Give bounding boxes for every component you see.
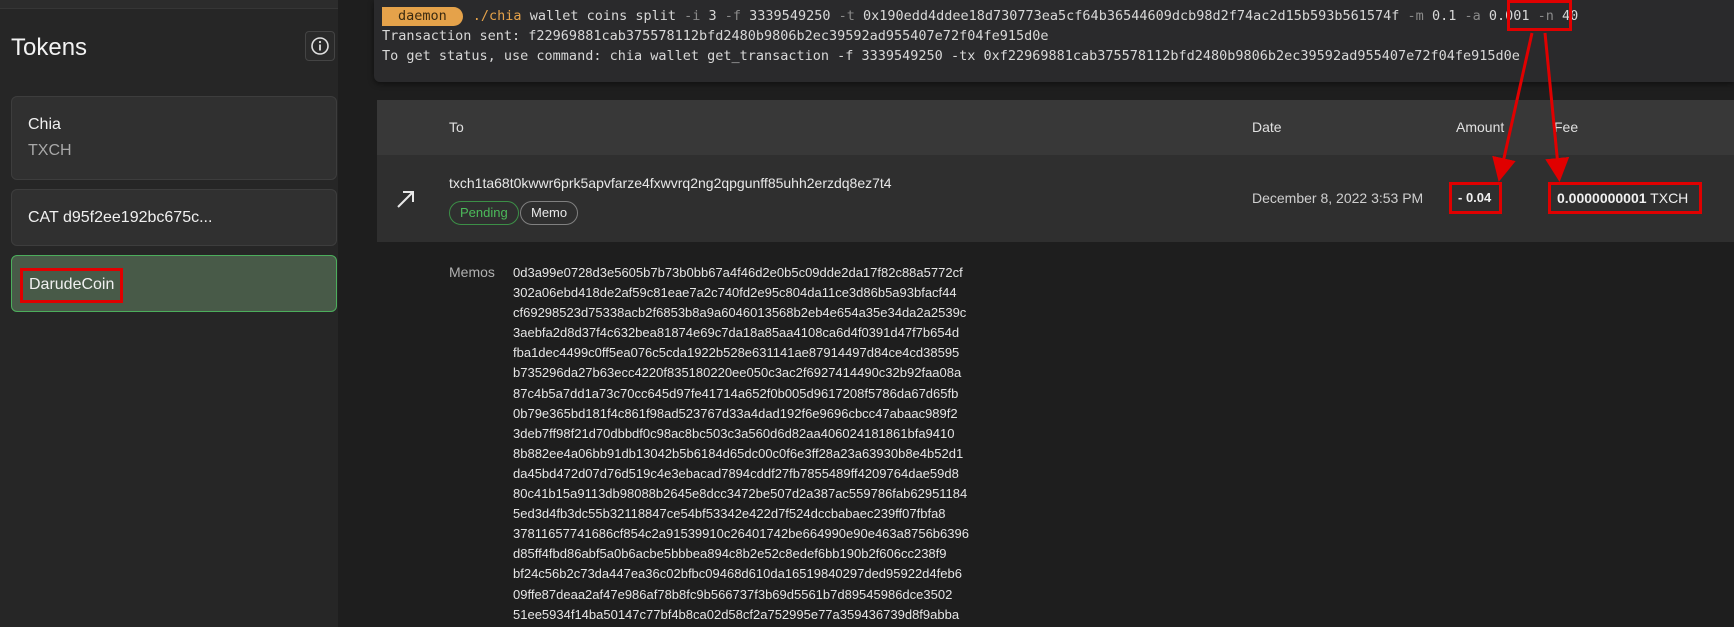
daemon-prompt: daemon xyxy=(382,7,463,26)
terminal-output-sent: Transaction sent: f22969881cab375578112b… xyxy=(382,28,1049,44)
token-card-chia[interactable]: Chia TXCH xyxy=(11,96,337,180)
memo-line: 80c41b15a9113db98088b2645e8dcc3472be507d… xyxy=(513,486,968,502)
tokens-title: Tokens xyxy=(11,34,88,61)
token-card-darudecoin[interactable]: DarudeCoin xyxy=(11,255,337,312)
transaction-date: December 8, 2022 3:53 PM xyxy=(1252,190,1424,206)
table-row[interactable]: txch1ta68t0kwwr6prk5apvfarze4fxwvrq2ng2q… xyxy=(377,155,1734,242)
memo-line: 37811657741686cf854c2a91539910c26401742b… xyxy=(513,526,969,542)
flag-a: -a xyxy=(1464,8,1481,24)
val-f: 3339549250 xyxy=(741,8,839,24)
val-t: 0x190edd4ddee18d730773ea5cf64b36544609dc… xyxy=(854,8,1408,24)
token-name: CAT d95f2ee192bc675c... xyxy=(28,209,213,226)
val-m: 0.1 xyxy=(1423,8,1465,24)
memo-line: 3aebfa2d8d37f4c632bea81874e69c7da18a85aa… xyxy=(513,325,960,341)
memo-line: 09ffe87deaa2af47e986af78b8fc9b566737f3b6… xyxy=(513,586,953,602)
cmd-name: ./chia xyxy=(472,8,522,24)
memo-line: 3deb7ff98f21d70dbbdf0c98ac8bc503c3a560d6… xyxy=(513,425,955,441)
flag-t: -t xyxy=(838,8,855,24)
terminal-command-line: daemon ./chia wallet coins split -i 3 -f … xyxy=(382,7,1578,26)
sidebar: Tokens Chia TXCH CAT d95f2ee192bc675c...… xyxy=(0,0,338,627)
status-badge: Pending xyxy=(449,201,519,225)
fee-value: 0.0000000001 xyxy=(1557,190,1647,206)
flag-m: -m xyxy=(1407,8,1424,24)
outgoing-arrow-icon xyxy=(397,191,414,208)
flag-i: -i xyxy=(684,8,701,24)
transactions-table-header: To Date Amount Fee xyxy=(377,100,1734,155)
memo-line: da45bd472d07d76d519c4e3ebacad7894cddf27f… xyxy=(513,465,959,481)
memo-line: 0d3a99e0728d3e5605b7b73b0bb67a4f46d2e0b5… xyxy=(513,265,963,280)
column-header-to: To xyxy=(449,119,464,135)
column-header-fee: Fee xyxy=(1554,119,1579,135)
memo-line: 5ed3d4fb3dc55b32118847ce54bf53342e422d7f… xyxy=(513,506,946,522)
transaction-amount: - 0.04 xyxy=(1449,182,1502,214)
memo-line: 87c4b5a7dd1a73c70cc645d97fe41714a652f0b0… xyxy=(513,385,959,401)
info-icon xyxy=(311,37,329,55)
memo-line: b735296da27b63ecc4220f835180220ee050c3ac… xyxy=(513,365,962,381)
column-header-date: Date xyxy=(1252,119,1282,135)
fee-flag-highlight xyxy=(1507,0,1572,31)
memo-line: fba1dec4499c0ff5ea076c5cda1922b528e63114… xyxy=(513,345,960,361)
memos-content: 0d3a99e0728d3e5605b7b73b0bb67a4f46d2e0b5… xyxy=(513,263,969,625)
token-symbol: TXCH xyxy=(28,142,72,159)
memo-line: d85ff4fbd86abf5a0b6acbe5bbbea894c8b2e52c… xyxy=(513,546,947,562)
memo-line: 0b79e365bd181f4c861f98ad523767d33a4dad19… xyxy=(513,405,958,421)
flag-f: -f xyxy=(724,8,742,24)
memo-line: 8b882ee4a06bb91db13042b5b6184d65dc00c0f6… xyxy=(513,445,964,461)
memo-badge[interactable]: Memo xyxy=(520,201,579,225)
recipient-address: txch1ta68t0kwwr6prk5apvfarze4fxwvrq2ng2q… xyxy=(449,175,892,191)
memo-line: bf24c56b2c73da447ea36c02bfbc09468d610da1… xyxy=(513,566,962,582)
memo-line: 51ee5934f14ba50147c77bf4b8ca02d58cf2a752… xyxy=(513,606,960,622)
token-card-cat[interactable]: CAT d95f2ee192bc675c... xyxy=(11,189,337,246)
memo-line: cf69298523d75338acb2f6853b8a9a6046013568… xyxy=(513,305,967,321)
column-header-amount: Amount xyxy=(1456,119,1505,135)
fee-unit: TXCH xyxy=(1646,190,1689,206)
transaction-fee: 0.0000000001 TXCH xyxy=(1548,182,1702,214)
memos-label: Memos xyxy=(449,264,495,280)
cmd-args: wallet coins split xyxy=(521,8,685,24)
terminal-output-status: To get status, use command: chia wallet … xyxy=(382,48,1520,64)
val-i: 3 xyxy=(700,8,725,24)
token-name-highlighted: DarudeCoin xyxy=(20,268,124,303)
token-name: Chia xyxy=(28,116,61,133)
info-button[interactable] xyxy=(305,31,335,61)
sidebar-top-divider xyxy=(0,0,338,9)
memo-line: 302a06ebd418de2af59c81eae7a2c740fd2e95c8… xyxy=(513,285,957,301)
